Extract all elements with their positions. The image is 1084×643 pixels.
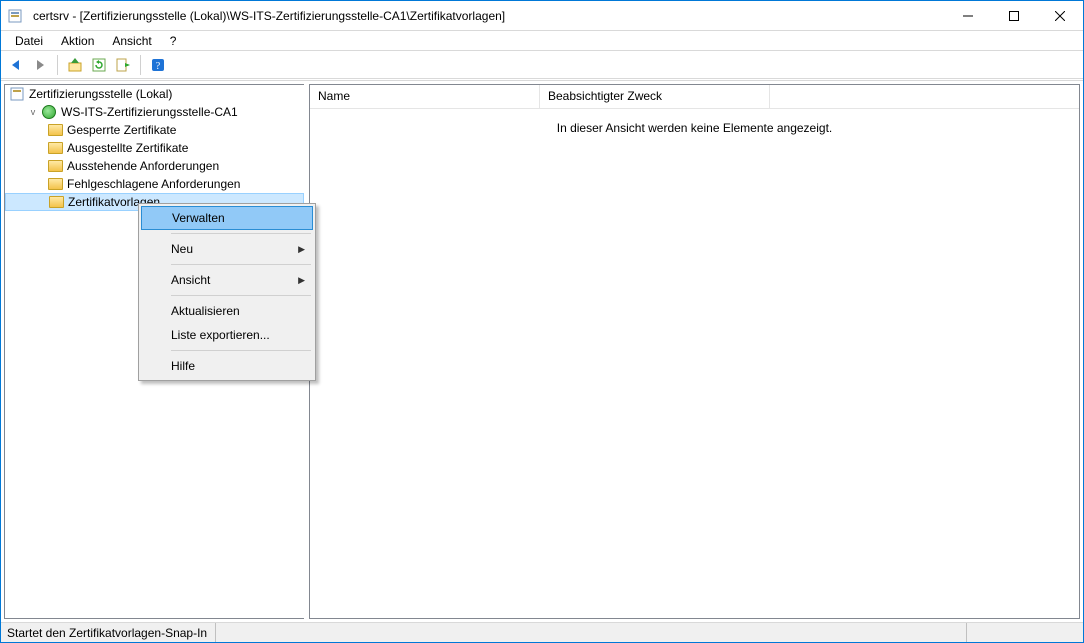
list-body[interactable]: In dieser Ansicht werden keine Elemente …: [310, 109, 1079, 618]
ctx-view[interactable]: Ansicht ▶: [141, 268, 313, 292]
ctx-manage-label: Verwalten: [172, 211, 225, 225]
toolbar-separator: [140, 55, 141, 75]
tree-root[interactable]: Zertifizierungsstelle (Lokal): [5, 85, 304, 103]
ctx-help-label: Hilfe: [171, 359, 195, 373]
ctx-manage[interactable]: Verwalten: [141, 206, 313, 230]
ctx-export[interactable]: Liste exportieren...: [141, 323, 313, 347]
tree-revoked[interactable]: Gesperrte Zertifikate: [5, 121, 304, 139]
menu-action[interactable]: Aktion: [53, 32, 102, 50]
status-spacer: [967, 623, 1077, 642]
maximize-button[interactable]: [991, 1, 1037, 30]
menu-file[interactable]: Datei: [7, 32, 51, 50]
ctx-refresh-label: Aktualisieren: [171, 304, 240, 318]
refresh-button[interactable]: [88, 54, 110, 76]
ctx-help[interactable]: Hilfe: [141, 354, 313, 378]
ctx-separator: [171, 295, 311, 296]
chevron-right-icon: ▶: [298, 275, 305, 286]
ctx-view-label: Ansicht: [171, 273, 210, 287]
up-button[interactable]: [64, 54, 86, 76]
svg-text:?: ?: [156, 61, 161, 72]
close-button[interactable]: [1037, 1, 1083, 30]
list-header: Name Beabsichtigter Zweck: [310, 85, 1079, 109]
tree-pending-label: Ausstehende Anforderungen: [67, 159, 219, 173]
tree-ca[interactable]: v WS-ITS-Zertifizierungsstelle-CA1: [5, 103, 304, 121]
menu-help[interactable]: ?: [162, 32, 185, 50]
ctx-new-label: Neu: [171, 242, 193, 256]
tree-root-label: Zertifizierungsstelle (Lokal): [29, 87, 172, 101]
status-spacer: [216, 623, 967, 642]
title-bar: certsrv - [Zertifizierungsstelle (Lokal)…: [1, 1, 1083, 31]
status-bar: Startet den Zertifikatvorlagen-Snap-In: [1, 622, 1083, 642]
column-purpose[interactable]: Beabsichtigter Zweck: [540, 85, 770, 108]
forward-button[interactable]: [29, 54, 51, 76]
tree-pending[interactable]: Ausstehende Anforderungen: [5, 157, 304, 175]
tree-revoked-label: Gesperrte Zertifikate: [67, 123, 176, 137]
export-button[interactable]: [112, 54, 134, 76]
window-controls: [945, 1, 1083, 30]
certificate-authority-icon: [9, 86, 25, 102]
ctx-export-label: Liste exportieren...: [171, 328, 270, 342]
folder-icon: [47, 176, 63, 192]
menu-bar: Datei Aktion Ansicht ?: [1, 31, 1083, 51]
back-button[interactable]: [5, 54, 27, 76]
ctx-new[interactable]: Neu ▶: [141, 237, 313, 261]
ctx-separator: [171, 350, 311, 351]
collapse-icon[interactable]: v: [27, 106, 39, 118]
column-spacer: [770, 85, 1079, 108]
status-text: Startet den Zertifikatvorlagen-Snap-In: [7, 623, 216, 642]
ctx-separator: [171, 233, 311, 234]
window-title: certsrv - [Zertifizierungsstelle (Lokal)…: [33, 9, 505, 23]
tree-issued[interactable]: Ausgestellte Zertifikate: [5, 139, 304, 157]
context-menu: Verwalten Neu ▶ Ansicht ▶ Aktualisieren …: [138, 203, 316, 381]
help-button[interactable]: ?: [147, 54, 169, 76]
tree-failed[interactable]: Fehlgeschlagene Anforderungen: [5, 175, 304, 193]
menu-view[interactable]: Ansicht: [104, 32, 159, 50]
list-panel: Name Beabsichtigter Zweck In dieser Ansi…: [309, 84, 1080, 619]
ctx-refresh[interactable]: Aktualisieren: [141, 299, 313, 323]
toolbar: ?: [1, 51, 1083, 79]
minimize-button[interactable]: [945, 1, 991, 30]
ca-server-icon: [41, 104, 57, 120]
column-name[interactable]: Name: [310, 85, 540, 108]
tree-ca-label: WS-ITS-Zertifizierungsstelle-CA1: [61, 105, 238, 119]
app-icon: [7, 8, 23, 24]
toolbar-separator: [57, 55, 58, 75]
tree-failed-label: Fehlgeschlagene Anforderungen: [67, 177, 240, 191]
folder-icon: [47, 140, 63, 156]
ctx-separator: [171, 264, 311, 265]
folder-icon: [47, 158, 63, 174]
folder-icon: [47, 122, 63, 138]
empty-message: In dieser Ansicht werden keine Elemente …: [310, 121, 1079, 135]
chevron-right-icon: ▶: [298, 244, 305, 255]
folder-icon: [48, 194, 64, 210]
tree-issued-label: Ausgestellte Zertifikate: [67, 141, 188, 155]
